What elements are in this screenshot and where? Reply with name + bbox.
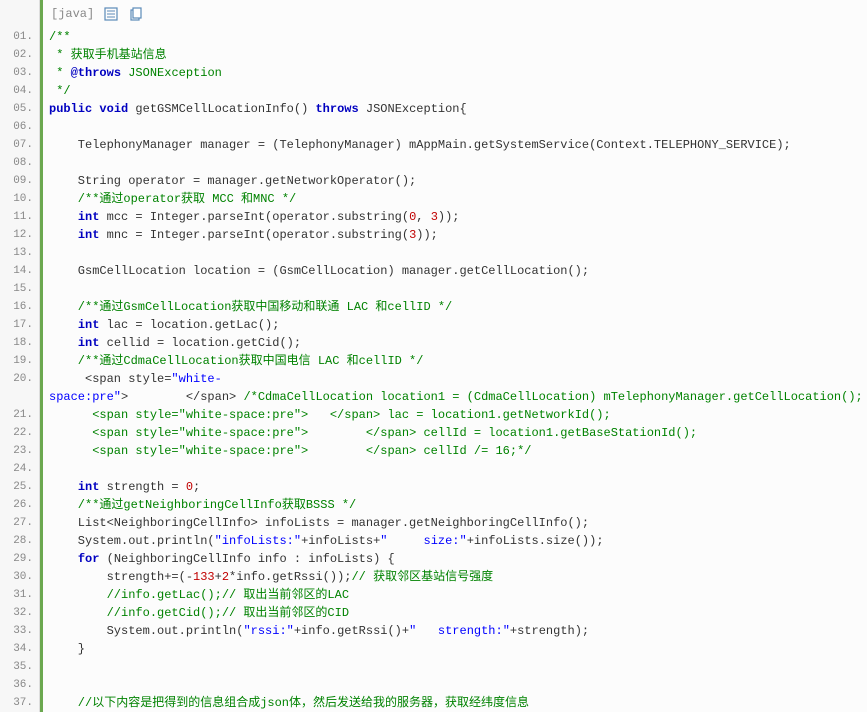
code-line: * @throws JSONException [43,64,867,82]
code-line: System.out.println("rssi:"+info.getRssi(… [43,622,867,640]
code-line: <span style="white-space:pre"> </span> c… [43,424,867,442]
line-number: 16. [0,298,39,316]
code-line: int cellid = location.getCid(); [43,334,867,352]
line-number: 34. [0,640,39,658]
copy-icon[interactable] [128,7,142,21]
line-number: 15. [0,280,39,298]
code-line: /**通过GsmCellLocation获取中国移动和联通 LAC 和cellI… [43,298,867,316]
line-number: 28. [0,532,39,550]
line-number: 17. [0,316,39,334]
code-line: String operator = manager.getNetworkOper… [43,172,867,190]
line-number-gutter: 01.02.03.04.05.06.07.08.09.10.11.12.13.1… [0,0,40,712]
code-line: int mcc = Integer.parseInt(operator.subs… [43,208,867,226]
code-line: int strength = 0; [43,478,867,496]
code-line: int mnc = Integer.parseInt(operator.subs… [43,226,867,244]
line-number: 23. [0,442,39,460]
line-number: 02. [0,46,39,64]
code-line: for (NeighboringCellInfo info : infoList… [43,550,867,568]
line-number: 14. [0,262,39,280]
line-number: 06. [0,118,39,136]
code-line: //info.getLac();// 取出当前邻区的LAC [43,586,867,604]
line-number: 05. [0,100,39,118]
code-line: public void getGSMCellLocationInfo() thr… [43,100,867,118]
line-number: 22. [0,424,39,442]
code-line [43,460,867,478]
line-number: 03. [0,64,39,82]
code-line: <span style="white-space:pre"> </span> l… [43,406,867,424]
view-plain-icon[interactable] [104,7,118,21]
line-number: 21. [0,406,39,424]
line-number: 13. [0,244,39,262]
language-label: [java] [51,3,94,25]
line-number: 11. [0,208,39,226]
code-line: } [43,640,867,658]
code-line: GsmCellLocation location = (GsmCellLocat… [43,262,867,280]
line-number: 32. [0,604,39,622]
code-line: /**通过operator获取 MCC 和MNC */ [43,190,867,208]
line-number: 37. [0,694,39,712]
code-body: /** * 获取手机基站信息 * @throws JSONException *… [40,28,867,712]
line-number: 31. [0,586,39,604]
line-number-continuation [0,388,39,406]
code-viewer: 01.02.03.04.05.06.07.08.09.10.11.12.13.1… [0,0,867,712]
line-number: 08. [0,154,39,172]
line-number: 20. [0,370,39,388]
line-number: 09. [0,172,39,190]
line-number: 10. [0,190,39,208]
line-number: 24. [0,460,39,478]
code-area: [java] /** * 获取手机基站信息 * @throws JSONExce… [40,0,867,712]
line-number: 25. [0,478,39,496]
code-line [43,658,867,676]
code-line: TelephonyManager manager = (TelephonyMan… [43,136,867,154]
code-line: /** [43,28,867,46]
line-number: 12. [0,226,39,244]
line-number: 18. [0,334,39,352]
line-number: 27. [0,514,39,532]
code-line: List<NeighboringCellInfo> infoLists = ma… [43,514,867,532]
code-line [43,154,867,172]
code-line [43,676,867,694]
code-line: strength+=(-133+2*info.getRssi());// 获取邻… [43,568,867,586]
code-line: space:pre"> </span> /*CdmaCellLocation l… [43,388,867,406]
line-number: 30. [0,568,39,586]
code-header: [java] [40,0,867,28]
line-number: 35. [0,658,39,676]
code-line: /**通过getNeighboringCellInfo获取BSSS */ [43,496,867,514]
line-number: 04. [0,82,39,100]
line-number: 19. [0,352,39,370]
code-line: * 获取手机基站信息 [43,46,867,64]
code-line [43,280,867,298]
code-line: System.out.println("infoLists:"+infoList… [43,532,867,550]
code-line: //以下内容是把得到的信息组合成json体，然后发送给我的服务器，获取经纬度信息 [43,694,867,712]
line-number: 29. [0,550,39,568]
line-number: 01. [0,28,39,46]
code-line: /**通过CdmaCellLocation获取中国电信 LAC 和cellID … [43,352,867,370]
line-number: 36. [0,676,39,694]
code-line [43,118,867,136]
line-number: 33. [0,622,39,640]
code-line [43,244,867,262]
line-number: 07. [0,136,39,154]
line-number: 26. [0,496,39,514]
code-line: <span style="white- [43,370,867,388]
code-line: //info.getCid();// 取出当前邻区的CID [43,604,867,622]
code-line: int lac = location.getLac(); [43,316,867,334]
code-line: <span style="white-space:pre"> </span> c… [43,442,867,460]
code-line: */ [43,82,867,100]
